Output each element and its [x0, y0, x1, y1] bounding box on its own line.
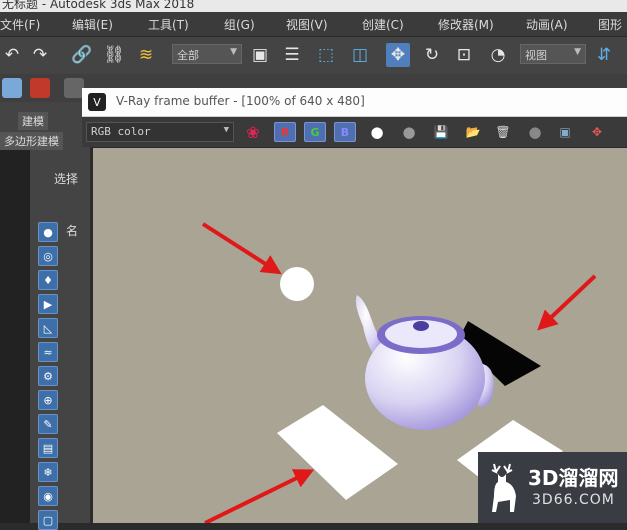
- channel-value: RGB color: [91, 125, 151, 138]
- wrench-icon[interactable]: ✎: [38, 414, 58, 434]
- rect-selection-icon[interactable]: ⬚: [314, 43, 338, 67]
- undo-icon[interactable]: ↶: [0, 43, 24, 67]
- link-icon[interactable]: 🔗: [70, 43, 94, 67]
- systems-icon[interactable]: ⚙: [38, 366, 58, 386]
- chevron-down-icon: ▼: [223, 125, 229, 135]
- mono-icon[interactable]: ●: [398, 122, 420, 142]
- eye-icon[interactable]: ◉: [38, 486, 58, 506]
- arrow-plane: [537, 274, 597, 331]
- arrow-sphere: [201, 222, 282, 275]
- helpers-icon[interactable]: ◺: [38, 318, 58, 338]
- blue-channel-button[interactable]: B: [334, 122, 356, 142]
- window-crossing-icon[interactable]: ◫: [348, 43, 372, 67]
- lights-icon[interactable]: ♦: [38, 270, 58, 290]
- snowflake-icon[interactable]: ❄: [38, 462, 58, 482]
- name-label: 名: [66, 224, 79, 238]
- app-title: 无标题 - Autodesk 3ds Max 2018: [2, 0, 195, 11]
- white-card-left: [277, 405, 398, 500]
- render-setup-icon[interactable]: [30, 78, 50, 98]
- select-object-icon[interactable]: ▣: [248, 43, 272, 67]
- menu-file[interactable]: 文件(F): [0, 16, 40, 33]
- menu-modifiers[interactable]: 修改器(M): [438, 16, 494, 33]
- move-icon[interactable]: ✥: [386, 43, 410, 67]
- select-by-name-icon[interactable]: ☰: [280, 43, 304, 67]
- track-mouse-icon[interactable]: ●: [524, 122, 546, 142]
- shapes-icon[interactable]: ◎: [38, 246, 58, 266]
- green-channel-button[interactable]: G: [304, 122, 326, 142]
- panel-icon[interactable]: [64, 78, 84, 98]
- menu-edit[interactable]: 编辑(E): [72, 16, 113, 33]
- geometry-icon[interactable]: ●: [38, 222, 58, 242]
- viewport-edge: [0, 150, 30, 523]
- menu-graph[interactable]: 图形: [598, 16, 622, 33]
- redo-icon[interactable]: ↷: [28, 43, 52, 67]
- tab-poly-modeling[interactable]: 多边形建模: [0, 132, 63, 150]
- selection-filter-dropdown[interactable]: 全部 ▼: [172, 44, 242, 64]
- vray-logo-icon: V: [88, 93, 106, 111]
- selection-filter-value: 全部: [177, 49, 199, 62]
- menu-group[interactable]: 组(G): [224, 16, 255, 33]
- reference-coord-dropdown[interactable]: 视图 ▼: [520, 44, 586, 64]
- menu-tools[interactable]: 工具(T): [148, 16, 189, 33]
- save-image-icon[interactable]: 💾: [430, 122, 452, 142]
- utility-icon[interactable]: ⊕: [38, 390, 58, 410]
- main-toolbar: ↶ ↷ 🔗 ⛓ ≋ 全部 ▼ ▣ ☰ ⬚ ◫ ✥ ↻ ⊡ ◔ 视图 ▼ ⇵: [0, 37, 627, 74]
- cameras-icon[interactable]: ▶: [38, 294, 58, 314]
- region-render-icon[interactable]: ▣: [554, 122, 576, 142]
- panel-list-icon[interactable]: ▤: [38, 438, 58, 458]
- chevron-down-icon: ▼: [230, 47, 237, 57]
- select-label: 选择: [54, 172, 79, 186]
- channel-dropdown[interactable]: RGB color ▼: [86, 122, 234, 142]
- tab-modeling[interactable]: 建模: [18, 112, 48, 130]
- chevron-down-icon: ▼: [574, 47, 581, 57]
- color-channels-icon[interactable]: ❀: [242, 122, 264, 142]
- vfb-window-title: V-Ray frame buffer - [100% of 640 x 480]: [116, 94, 365, 108]
- bind-spacewarp-icon[interactable]: ≋: [134, 43, 158, 67]
- menu-views[interactable]: 视图(V): [286, 16, 328, 33]
- pivot-center-icon[interactable]: ⇵: [592, 43, 616, 67]
- alpha-white-icon[interactable]: ●: [366, 122, 388, 142]
- clear-image-icon[interactable]: 🗑: [492, 122, 514, 142]
- arrow-card: [204, 469, 315, 523]
- teapot: [355, 295, 494, 430]
- rotate-icon[interactable]: ↻: [420, 43, 444, 67]
- watermark-site: 3D66.COM: [532, 492, 615, 508]
- scale-icon[interactable]: ⊡: [452, 43, 476, 67]
- watermark: 3D溜溜网 3D66.COM: [478, 452, 627, 523]
- menu-animation[interactable]: 动画(A): [526, 16, 568, 33]
- load-image-icon[interactable]: 📂: [462, 122, 484, 142]
- link-3ds-icon[interactable]: ✥: [586, 122, 608, 142]
- vfb-toolbar: RGB color ▼ ❀ R G B ● ● 💾 📂 🗑 ● ▣ ✥: [82, 117, 627, 147]
- placement-icon[interactable]: ◔: [486, 43, 510, 67]
- menu-create[interactable]: 创建(C): [362, 16, 404, 33]
- extra-icon[interactable]: ▢: [38, 510, 58, 530]
- unlink-icon[interactable]: ⛓: [102, 43, 126, 67]
- reference-coord-value: 视图: [525, 49, 547, 62]
- deer-logo-icon: [491, 463, 516, 512]
- watermark-brand: 3D溜溜网: [528, 466, 619, 490]
- light-sphere: [280, 267, 314, 301]
- app-title-bar: 无标题 - Autodesk 3ds Max 2018: [0, 0, 627, 12]
- vfb-title-bar: V V-Ray frame buffer - [100% of 640 x 48…: [82, 88, 627, 117]
- teapot-icon[interactable]: [2, 78, 22, 98]
- red-channel-button[interactable]: R: [274, 122, 296, 142]
- spacewarps-icon[interactable]: ≈: [38, 342, 58, 362]
- menu-bar: 文件(F) 编辑(E) 工具(T) 组(G) 视图(V) 创建(C) 修改器(M…: [0, 12, 627, 37]
